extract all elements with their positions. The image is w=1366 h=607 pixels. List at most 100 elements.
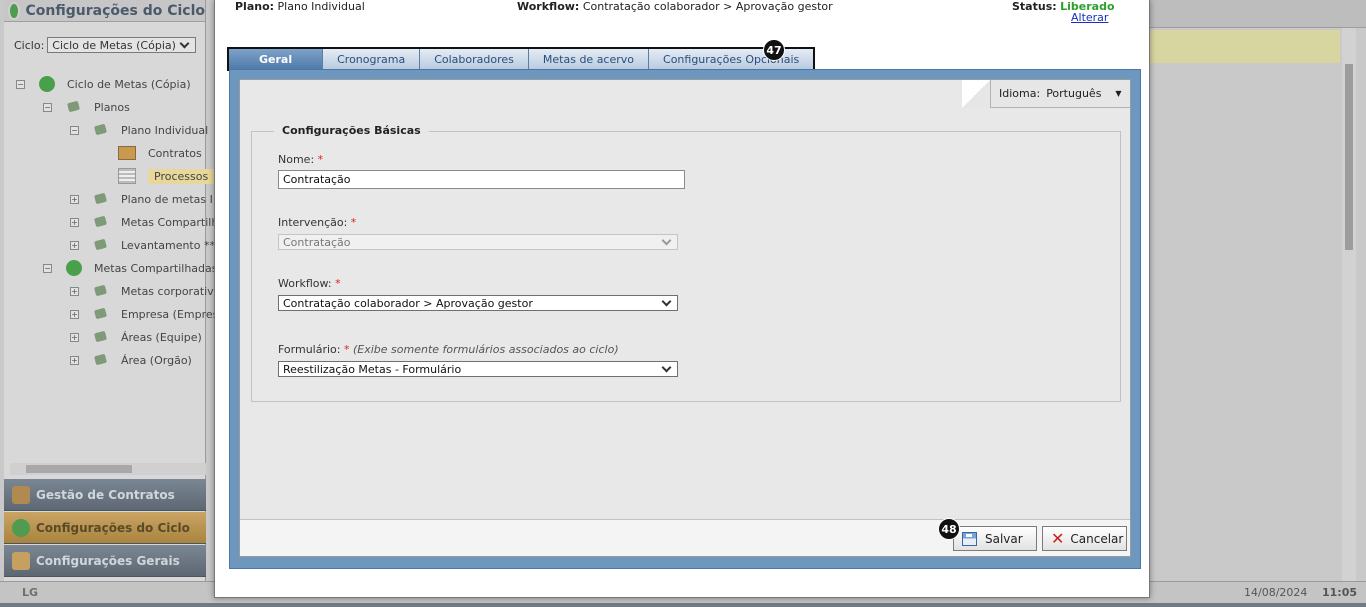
intervention-value: Contratação bbox=[283, 235, 351, 249]
collapse-icon[interactable]: − bbox=[43, 102, 52, 112]
name-label: Nome: * bbox=[278, 153, 323, 166]
contract-icon bbox=[118, 146, 136, 160]
status-date: 14/08/2024 bbox=[1244, 586, 1308, 599]
tab-employees[interactable]: Colaboradores bbox=[420, 49, 529, 69]
cycle-label: Ciclo: bbox=[14, 38, 45, 52]
expand-icon[interactable]: + bbox=[70, 286, 79, 296]
leaf-icon bbox=[93, 353, 109, 367]
form-select-value: Reestilização Metas - Formulário bbox=[283, 362, 462, 376]
expand-icon[interactable]: + bbox=[70, 355, 79, 365]
cycle-settings-icon bbox=[12, 518, 30, 537]
collapse-icon[interactable]: − bbox=[16, 79, 25, 89]
required-mark: * bbox=[317, 153, 324, 166]
cancel-button-label: Cancelar bbox=[1070, 531, 1124, 546]
tree-item-label: Planos bbox=[94, 100, 130, 114]
workflow-select[interactable]: Contratação colaborador > Aprovação gest… bbox=[278, 295, 678, 311]
save-icon bbox=[962, 531, 977, 546]
intervention-select: Contratação bbox=[278, 234, 678, 250]
workflow-label-text: Workflow: bbox=[278, 277, 332, 290]
tree-item-selected[interactable]: Processos bbox=[118, 166, 215, 186]
tab-optional-settings[interactable]: Configurações Opcionais bbox=[649, 49, 814, 69]
chevron-down-icon bbox=[179, 38, 190, 48]
change-status-link[interactable]: Alterar bbox=[1071, 11, 1108, 24]
language-value: Português bbox=[1046, 87, 1102, 100]
right-toolbar bbox=[1150, 0, 1366, 28]
tree-item-label: Contratos bbox=[148, 146, 202, 160]
nav-cycle-settings[interactable]: Configurações do Ciclo bbox=[4, 512, 206, 544]
expand-icon[interactable]: + bbox=[70, 217, 79, 227]
required-mark: * bbox=[344, 343, 350, 356]
expand-icon[interactable]: + bbox=[70, 332, 79, 342]
right-highlight-band bbox=[1150, 30, 1340, 63]
document-icon bbox=[118, 168, 136, 184]
scrollbar-thumb[interactable] bbox=[1345, 64, 1353, 250]
form-select[interactable]: Reestilização Metas - Formulário bbox=[278, 361, 678, 377]
right-background-area bbox=[1150, 0, 1366, 581]
tree-item[interactable]: + Áreas (Equipe) bbox=[70, 327, 202, 347]
cycle-select-value: Ciclo de Metas (Cópia) bbox=[52, 38, 176, 52]
tab-collection-goals[interactable]: Metas de acervo bbox=[528, 49, 650, 69]
expand-icon[interactable]: + bbox=[70, 240, 79, 250]
tab-schedule[interactable]: Cronograma bbox=[323, 49, 421, 69]
collapse-icon[interactable]: − bbox=[43, 263, 52, 273]
tree-item[interactable]: + Levantamento ** bbox=[70, 235, 215, 255]
save-button[interactable]: Salvar bbox=[953, 526, 1037, 551]
expand-icon[interactable]: + bbox=[70, 309, 79, 319]
chevron-down-icon bbox=[661, 296, 672, 306]
name-input[interactable] bbox=[278, 170, 685, 189]
nav-label: Configurações do Ciclo bbox=[36, 520, 190, 535]
tree-item[interactable]: + Área (Orgão) bbox=[70, 350, 192, 370]
workflow-field-label: Workflow: * bbox=[278, 277, 341, 290]
tree-item[interactable]: + Plano de metas I bbox=[70, 189, 213, 209]
status-time: 11:05 bbox=[1322, 586, 1358, 599]
collapse-icon[interactable]: − bbox=[70, 125, 79, 135]
tree-item[interactable]: − Plano Individual bbox=[70, 120, 208, 140]
vertical-scrollbar[interactable] bbox=[1342, 28, 1356, 581]
cancel-button[interactable]: ✕ Cancelar bbox=[1042, 526, 1127, 551]
save-button-label: Salvar bbox=[985, 531, 1023, 546]
language-label: Idioma: bbox=[999, 87, 1041, 100]
nav-label: Gestão de Contratos bbox=[36, 487, 175, 502]
tree-item-label: Levantamento ** bbox=[121, 238, 215, 252]
lg-logo: LG bbox=[22, 586, 39, 599]
status-label: Status: bbox=[1012, 0, 1057, 13]
intervention-label: Intervenção: * bbox=[278, 216, 356, 229]
tab-content: Idioma: Português ▼ Configurações Básica… bbox=[239, 79, 1131, 557]
tree-item[interactable]: + Empresa (Empres bbox=[70, 304, 218, 324]
left-panel-header: Configurações do Ciclo bbox=[4, 0, 205, 22]
form-label-text: Formulário: bbox=[278, 343, 341, 356]
cycle-select[interactable]: Ciclo de Metas (Cópia) bbox=[47, 37, 197, 53]
dialog-footer: Salvar ✕ Cancelar bbox=[240, 519, 1130, 556]
tab-bar: Geral Cronograma Colaboradores Metas de … bbox=[227, 47, 816, 71]
workflow-select-value: Contratação colaborador > Aprovação gest… bbox=[283, 296, 533, 310]
nav-contract-management[interactable]: Gestão de Contratos bbox=[4, 479, 206, 511]
language-selector[interactable]: Idioma: Português ▼ bbox=[962, 80, 1130, 108]
plan-value: Plano Individual bbox=[277, 0, 365, 13]
tree-item-label: Áreas (Equipe) bbox=[121, 330, 202, 344]
tree-item[interactable]: + Metas corporativa bbox=[70, 281, 220, 301]
close-icon: ✕ bbox=[1051, 528, 1065, 548]
caret-down-icon: ▼ bbox=[1115, 89, 1122, 98]
tree-item[interactable]: − Ciclo de Metas (Cópia) bbox=[16, 74, 191, 94]
tree-item-label: Área (Orgão) bbox=[121, 353, 192, 367]
name-label-text: Nome: bbox=[278, 153, 315, 166]
tree-item[interactable]: Contratos bbox=[118, 143, 202, 163]
leaf-icon bbox=[93, 284, 109, 298]
leaf-icon bbox=[93, 192, 109, 206]
share-icon bbox=[66, 260, 82, 276]
tree-horizontal-scrollbar[interactable] bbox=[10, 463, 206, 475]
nav-general-settings[interactable]: Configurações Gerais bbox=[4, 545, 206, 577]
expand-icon[interactable]: + bbox=[70, 194, 79, 204]
tree-item-label: Ciclo de Metas (Cópia) bbox=[67, 77, 191, 91]
tree-item-label: Empresa (Empres bbox=[121, 307, 219, 321]
tab-general[interactable]: Geral bbox=[229, 49, 324, 69]
contract-icon bbox=[12, 485, 30, 504]
tree-item[interactable]: + Metas Compartilh bbox=[70, 212, 218, 232]
scrollbar-thumb[interactable] bbox=[26, 465, 132, 473]
form-label: Formulário: * (Exibe somente formulários… bbox=[278, 343, 619, 356]
tree-item-label: Metas corporativa bbox=[121, 284, 221, 298]
tree-item-label: Plano Individual bbox=[121, 123, 209, 137]
tree-item[interactable]: − Planos bbox=[43, 97, 130, 117]
cycle-settings-icon bbox=[8, 1, 20, 20]
tree-item[interactable]: − Metas Compartilhadas bbox=[43, 258, 218, 278]
